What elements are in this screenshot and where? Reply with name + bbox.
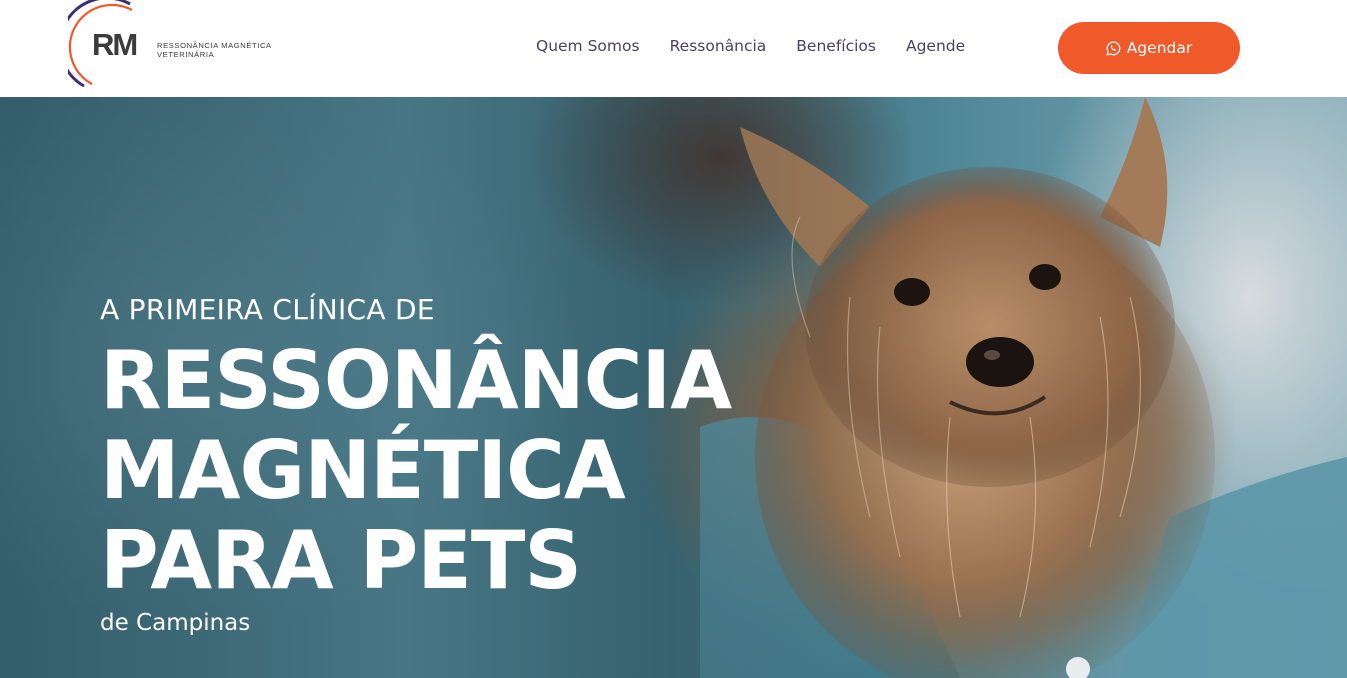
nav-item-ressonancia[interactable]: Ressonância (670, 37, 767, 55)
hero-eyebrow: A PRIMEIRA CLÍNICA DE (100, 293, 435, 326)
agendar-button-label: Agendar (1126, 39, 1193, 57)
whatsapp-icon (1106, 41, 1121, 56)
hero-headline-line-3: PARA PETS (100, 514, 582, 607)
hero-headline-line-1: RESSONÂNCIA (100, 334, 732, 427)
hero-text-block: A PRIMEIRA CLÍNICA DE RESSONÂNCIA MAGNÉT… (100, 293, 732, 637)
site-logo[interactable]: RM RESSONÂNCIA MAGNÉTICA VETERINÁRIA (68, 0, 288, 96)
nav-item-quem-somos[interactable]: Quem Somos (536, 37, 640, 55)
hero-banner: A PRIMEIRA CLÍNICA DE RESSONÂNCIA MAGNÉT… (0, 97, 1347, 678)
hero-subline: de Campinas (100, 610, 251, 636)
nav-item-agende[interactable]: Agende (906, 37, 965, 55)
logo-subtitle: RESSONÂNCIA MAGNÉTICA VETERINÁRIA (157, 41, 272, 59)
site-header: RM RESSONÂNCIA MAGNÉTICA VETERINÁRIA Que… (0, 0, 1347, 97)
nav-item-beneficios[interactable]: Benefícios (796, 37, 876, 55)
hero-headline-line-2: MAGNÉTICA (100, 424, 626, 517)
logo-mark: RM (92, 27, 138, 62)
hero-headline: RESSONÂNCIA MAGNÉTICA PARA PETS (100, 334, 732, 607)
logo-subtitle-line2: VETERINÁRIA (157, 49, 215, 59)
main-nav: Quem Somos Ressonância Benefícios Agende (536, 37, 965, 55)
agendar-button[interactable]: Agendar (1058, 22, 1240, 74)
